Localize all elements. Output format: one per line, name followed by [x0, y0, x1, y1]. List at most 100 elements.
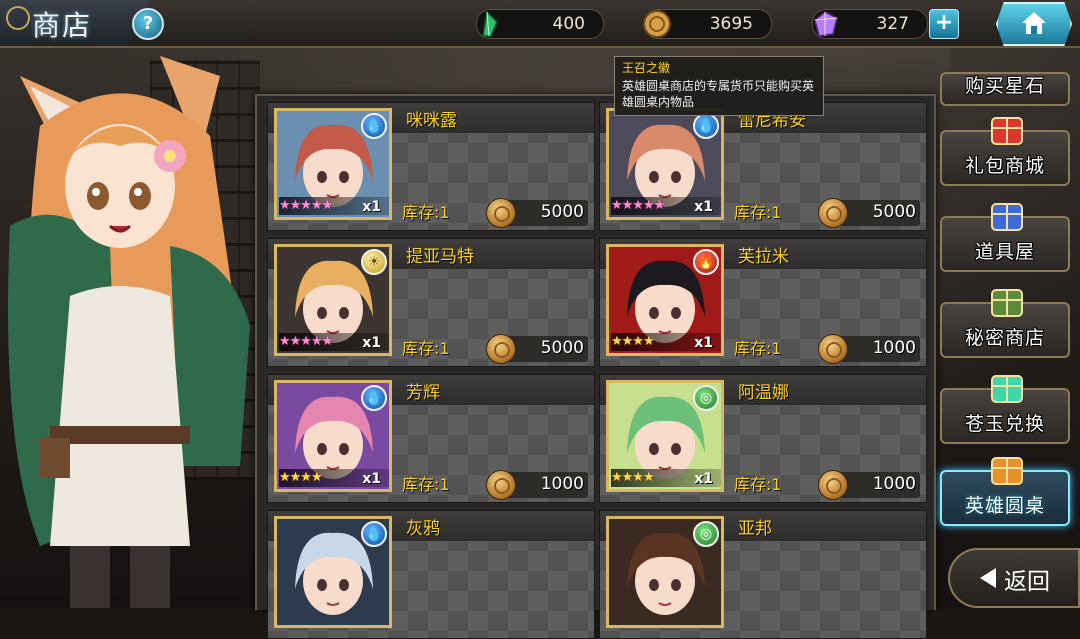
shop-item-card[interactable]: 提亚马特 ☀ ★★★★★ x1 库存:1 5000	[267, 238, 595, 367]
price-tag: 5000	[486, 334, 588, 364]
shop-item-card[interactable]: 芙拉米 🔥 ★★★★ x1 库存:1 1000	[599, 238, 927, 367]
quantity-label: x1	[362, 471, 381, 487]
menu-label: 秘密商店	[964, 327, 1045, 349]
quantity-label: x1	[694, 199, 713, 215]
tooltip-body: 英雄圆桌商店的专属货币只能购买英雄圆桌内物品	[622, 79, 815, 109]
currency-gold-coin: 3695	[643, 9, 772, 39]
home-button[interactable]	[996, 2, 1072, 46]
hero-name: 灰鸦	[406, 519, 440, 539]
menu-label: 购买星石	[964, 75, 1045, 97]
hero-cards-icon	[991, 457, 1023, 485]
tooltip-title: 王召之徽	[622, 61, 671, 75]
potion-icon	[991, 203, 1023, 231]
quantity-label: x1	[694, 471, 713, 487]
round-table-coin-icon	[818, 334, 848, 364]
menu-button[interactable]: 道具屋	[940, 203, 1070, 272]
hero-portrait[interactable]: 💧 ★★★★★ x1	[606, 108, 724, 220]
price-tag: 1000	[818, 334, 920, 364]
shop-item-card[interactable]: 灰鸦 💧	[267, 510, 595, 639]
water-icon: 💧	[361, 521, 387, 547]
price-tag: 1000	[818, 470, 920, 500]
shopkeeper-character	[0, 46, 260, 608]
quantity-label: x1	[362, 199, 381, 215]
hero-portrait[interactable]: 💧 ★★★★★ x1	[274, 108, 392, 220]
home-icon	[1022, 12, 1046, 34]
hero-portrait[interactable]: ◎ ★★★★ x1	[606, 380, 724, 492]
back-label: 返回	[1004, 569, 1050, 595]
round-table-coin-icon	[486, 470, 516, 500]
shop-item-card[interactable]: 阿温娜 ◎ ★★★★ x1 库存:1 1000	[599, 374, 927, 503]
page-title: 商店	[32, 9, 93, 42]
stock-label: 库存:1	[402, 475, 450, 494]
stock-label: 库存:1	[734, 475, 782, 494]
hero-portrait[interactable]: ◎	[606, 516, 724, 628]
currency-value: 3695	[709, 14, 753, 34]
shop-item-card[interactable]: 雷尼希安 💧 ★★★★★ x1 库存:1 5000	[599, 102, 927, 231]
hero-name: 提亚马特	[406, 247, 474, 267]
hero-portrait[interactable]: 💧 ★★★★ x1	[274, 380, 392, 492]
currency-value: 327	[876, 14, 909, 34]
wind-icon: ◎	[693, 385, 719, 411]
back-button[interactable]: 返回	[948, 548, 1080, 608]
stock-label: 库存:1	[734, 203, 782, 222]
menu-label: 英雄圆桌	[964, 495, 1045, 517]
round-table-coin-icon	[818, 198, 848, 228]
hero-name: 芙拉米	[738, 247, 789, 267]
hero-portrait[interactable]: 🔥 ★★★★ x1	[606, 244, 724, 356]
fire-icon: 🔥	[693, 249, 719, 275]
hero-portrait[interactable]: ☀ ★★★★★ x1	[274, 244, 392, 356]
currency-tooltip: 王召之徽 英雄圆桌商店的专属货币只能购买英雄圆桌内物品	[614, 56, 824, 116]
jade-crystal-icon	[991, 375, 1023, 403]
price-value: 1000	[540, 474, 584, 494]
water-icon: 💧	[693, 113, 719, 139]
price-tag: 1000	[486, 470, 588, 500]
menu-label: 道具屋	[974, 241, 1035, 263]
hero-name: 亚邦	[738, 519, 772, 539]
hero-name: 咪咪露	[406, 111, 457, 131]
help-button[interactable]: ?	[132, 8, 164, 40]
back-arrow-icon	[980, 568, 996, 588]
hero-portrait[interactable]: 💧	[274, 516, 392, 628]
price-value: 1000	[872, 338, 916, 358]
round-table-coin-icon	[486, 198, 516, 228]
ornament-icon	[6, 6, 30, 30]
shop-item-card[interactable]: 亚邦 ◎	[599, 510, 927, 639]
quantity-label: x1	[362, 335, 381, 351]
currency-value: 400	[552, 14, 585, 34]
round-table-coin-icon	[486, 334, 516, 364]
menu-button[interactable]: 苍玉兑换	[940, 375, 1070, 444]
menu-label: 礼包商城	[964, 155, 1045, 177]
add-gem-button[interactable]: +	[929, 9, 959, 39]
stock-label: 库存:1	[734, 339, 782, 358]
menu-button[interactable]: 英雄圆桌	[940, 457, 1070, 526]
price-value: 5000	[540, 202, 584, 222]
hero-name: 芳辉	[406, 383, 440, 403]
menu-button[interactable]: 购买星石	[940, 72, 1070, 106]
price-tag: 5000	[818, 198, 920, 228]
price-tag: 5000	[486, 198, 588, 228]
light-icon: ☀	[361, 249, 387, 275]
wind-icon: ◎	[693, 521, 719, 547]
gift-box-icon	[991, 117, 1023, 145]
stock-label: 库存:1	[402, 339, 450, 358]
green-crystal-icon	[482, 10, 498, 37]
price-value: 5000	[540, 338, 584, 358]
shop-item-card[interactable]: 芳辉 💧 ★★★★ x1 库存:1 1000	[267, 374, 595, 503]
price-value: 1000	[872, 474, 916, 494]
hero-name: 阿温娜	[738, 383, 789, 403]
currency-green-crystal: 400	[476, 9, 604, 39]
price-value: 5000	[872, 202, 916, 222]
water-icon: 💧	[361, 113, 387, 139]
currency-rainbow-gem: 327	[812, 9, 928, 39]
menu-button[interactable]: 礼包商城	[940, 117, 1070, 186]
water-icon: 💧	[361, 385, 387, 411]
rainbow-gem-icon	[814, 11, 838, 37]
menu-button[interactable]: 秘密商店	[940, 289, 1070, 358]
quantity-label: x1	[694, 335, 713, 351]
hero-shop-panel: 咪咪露 💧 ★★★★★ x1 库存:1 5000 雷尼希安 💧 ★★★★★ x1 库存:1 5000 提…	[255, 94, 936, 639]
top-bar: 商店 ? 400 3695 327 +	[0, 0, 1080, 48]
shop-item-card[interactable]: 咪咪露 💧 ★★★★★ x1 库存:1 5000	[267, 102, 595, 231]
round-table-coin-icon	[818, 470, 848, 500]
stock-label: 库存:1	[402, 203, 450, 222]
menu-label: 苍玉兑换	[964, 413, 1045, 435]
